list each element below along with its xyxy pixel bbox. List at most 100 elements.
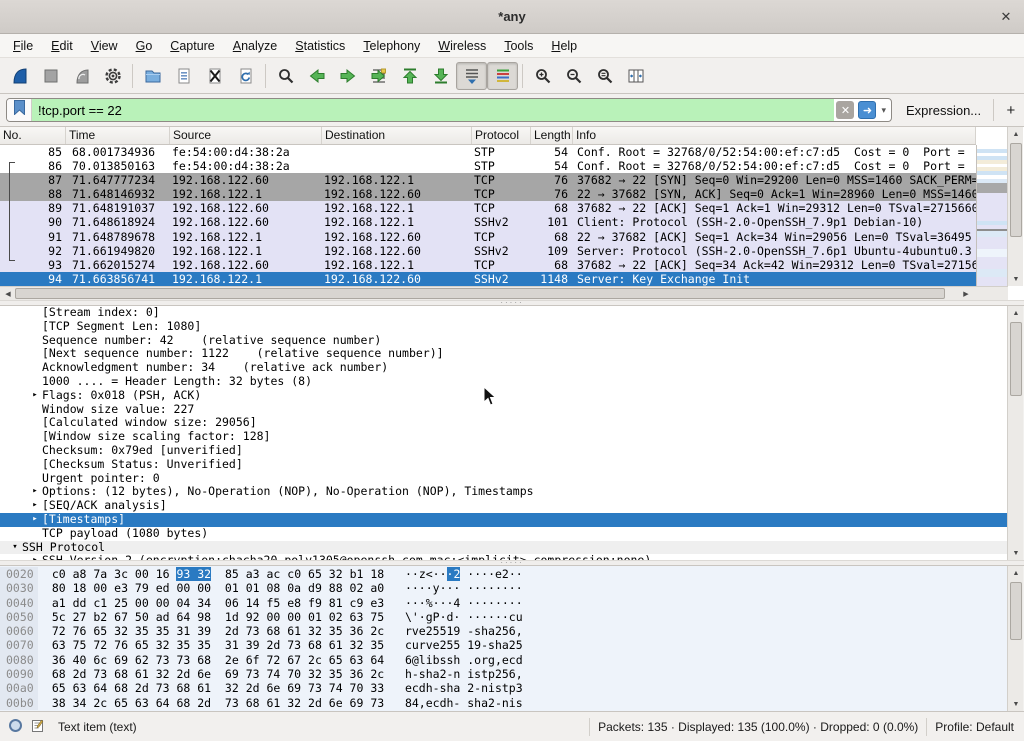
detail-line[interactable]: [Stream index: 0] [0,306,1008,320]
scrollbar-thumb[interactable] [15,288,945,299]
expand-arrow-icon[interactable]: ▸ [28,513,42,527]
close-window-button[interactable]: ✕ [996,7,1016,27]
stop-capture-button[interactable] [35,62,66,90]
menu-wireless[interactable]: Wireless [429,36,495,56]
display-filter-input[interactable] [32,99,834,121]
hex-row[interactable]: 00a0 65 63 64 68 2d 73 68 61 32 2d 6e 69… [0,681,1008,695]
hex-row[interactable]: 0040 a1 dd c1 25 00 00 04 34 06 14 f5 e8… [0,596,1008,610]
scrollbar-thumb[interactable] [1010,322,1022,396]
menu-view[interactable]: View [82,36,127,56]
packet-row[interactable]: 9071.648618924192.168.122.60192.168.122.… [0,215,976,229]
detail-line[interactable]: Sequence number: 42 (relative sequence n… [0,334,1008,348]
detail-line[interactable]: [Window size scaling factor: 128] [0,430,1008,444]
go-forward-button[interactable] [332,62,363,90]
go-back-button[interactable] [301,62,332,90]
capture-comment-button[interactable] [31,718,46,736]
resize-columns-button[interactable] [620,62,651,90]
collapse-arrow-icon[interactable]: ▾ [8,541,22,555]
reload-file-button[interactable] [230,62,261,90]
scroll-up-icon[interactable]: ▲ [1008,306,1024,320]
detail-line[interactable]: [Next sequence number: 1122 (relative se… [0,347,1008,361]
menu-telephony[interactable]: Telephony [354,36,429,56]
filter-apply-button[interactable]: ➜ [858,101,876,119]
column-header-info[interactable]: Info [573,127,976,144]
column-header-no[interactable]: No. [0,127,66,144]
hex-row[interactable]: 0090 68 2d 73 68 61 32 2d 6e 69 73 74 70… [0,667,1008,681]
detail-line[interactable]: ▸Flags: 0x018 (PSH, ACK) [0,389,1008,403]
hex-row[interactable]: 0030 80 18 00 e3 79 ed 00 00 01 01 08 0a… [0,581,1008,595]
hex-row[interactable]: 0080 36 40 6c 69 62 73 73 68 2e 6f 72 67… [0,653,1008,667]
scroll-down-icon[interactable]: ▼ [1008,272,1024,286]
column-header-source[interactable]: Source [170,127,322,144]
scroll-up-icon[interactable]: ▲ [1008,566,1024,580]
menu-edit[interactable]: Edit [42,36,82,56]
expand-arrow-icon[interactable]: ▸ [28,485,42,499]
filter-dropdown-caret[interactable]: ▾ [881,105,886,116]
packet-row[interactable]: 9471.663856741192.168.122.1192.168.122.6… [0,272,976,286]
profile-button[interactable]: Profile: Default [935,720,1014,734]
zoom-in-button[interactable] [527,62,558,90]
find-packet-button[interactable] [270,62,301,90]
packet-row[interactable]: 8568.001734936fe:54:00:d4:38:2aSTP54Conf… [0,145,976,159]
menu-analyze[interactable]: Analyze [224,36,286,56]
restart-capture-button[interactable] [66,62,97,90]
go-to-bottom-button[interactable] [425,62,456,90]
menu-file[interactable]: File [4,36,42,56]
detail-line[interactable]: Urgent pointer: 0 [0,472,1008,486]
detail-line[interactable]: ▾SSH Protocol [0,541,1008,555]
expand-arrow-icon[interactable]: ▸ [28,499,42,513]
packet-list-vscrollbar[interactable]: ▲ ▼ [1007,127,1023,286]
detail-line[interactable]: [Calculated window size: 29056] [0,416,1008,430]
bytes-vscrollbar[interactable]: ▲ ▼ [1007,566,1023,711]
expand-arrow-icon[interactable]: ▸ [28,389,42,403]
menu-statistics[interactable]: Statistics [286,36,354,56]
scroll-up-icon[interactable]: ▲ [1008,127,1024,141]
hex-row[interactable]: 00b0 38 34 2c 65 63 64 68 2d 73 68 61 32… [0,696,1008,710]
hex-row[interactable]: 0050 5c 27 b2 67 50 ad 64 98 1d 92 00 00… [0,610,1008,624]
auto-scroll-toggle[interactable] [456,62,487,90]
details-vscrollbar[interactable]: ▲ ▼ [1007,306,1023,560]
packet-row[interactable]: 9271.661949820192.168.122.1192.168.122.6… [0,244,976,258]
packet-list-minimap[interactable] [976,145,1008,286]
detail-line[interactable]: [TCP Segment Len: 1080] [0,320,1008,334]
menu-capture[interactable]: Capture [161,36,223,56]
zoom-out-button[interactable] [558,62,589,90]
scrollbar-thumb[interactable] [1010,143,1022,237]
filter-bookmark-button[interactable] [7,99,32,121]
expert-info-button[interactable] [8,718,23,736]
scrollbar-thumb[interactable] [1010,582,1022,640]
detail-line[interactable]: ▸[SEQ/ACK analysis] [0,499,1008,513]
column-header-length[interactable]: Length [531,127,573,144]
column-header-protocol[interactable]: Protocol [472,127,531,144]
save-file-button[interactable] [168,62,199,90]
capture-options-button[interactable] [97,62,128,90]
detail-line[interactable]: ▸[Timestamps] [0,513,1008,527]
scroll-right-icon[interactable]: ▶ [958,287,974,301]
detail-line[interactable]: Checksum: 0x79ed [unverified] [0,444,1008,458]
scroll-down-icon[interactable]: ▼ [1008,697,1024,711]
colorize-toggle[interactable] [487,62,518,90]
packet-row[interactable]: 9171.648789678192.168.122.1192.168.122.6… [0,230,976,244]
expression-button[interactable]: Expression... [906,103,981,118]
packet-row[interactable]: 8871.648146932192.168.122.1192.168.122.6… [0,187,976,201]
hex-row[interactable]: 0060 72 76 65 32 35 35 31 39 2d 73 68 61… [0,624,1008,638]
packet-row[interactable]: 9371.662015274192.168.122.60192.168.122.… [0,258,976,272]
detail-line[interactable]: ▸Options: (12 bytes), No-Operation (NOP)… [0,485,1008,499]
scroll-left-icon[interactable]: ◀ [0,287,16,301]
hex-row[interactable]: 0020 c0 a8 7a 3c 00 16 93 32 85 a3 ac c0… [0,567,1008,581]
zoom-original-button[interactable] [589,62,620,90]
start-capture-button[interactable] [4,62,35,90]
column-header-destination[interactable]: Destination [322,127,472,144]
packet-row[interactable]: 8670.013850163fe:54:00:d4:38:2aSTP54Conf… [0,159,976,173]
scroll-down-icon[interactable]: ▼ [1008,546,1024,560]
menu-tools[interactable]: Tools [495,36,542,56]
packet-row[interactable]: 8971.648191037192.168.122.60192.168.122.… [0,201,976,215]
detail-line[interactable]: Window size value: 227 [0,403,1008,417]
column-header-time[interactable]: Time [66,127,170,144]
detail-line[interactable]: [Checksum Status: Unverified] [0,458,1008,472]
menu-go[interactable]: Go [127,36,162,56]
menu-help[interactable]: Help [542,36,586,56]
filter-clear-button[interactable]: ✕ [836,101,854,119]
open-file-button[interactable] [137,62,168,90]
hex-row[interactable]: 0070 63 75 72 76 65 32 35 35 31 39 2d 73… [0,638,1008,652]
